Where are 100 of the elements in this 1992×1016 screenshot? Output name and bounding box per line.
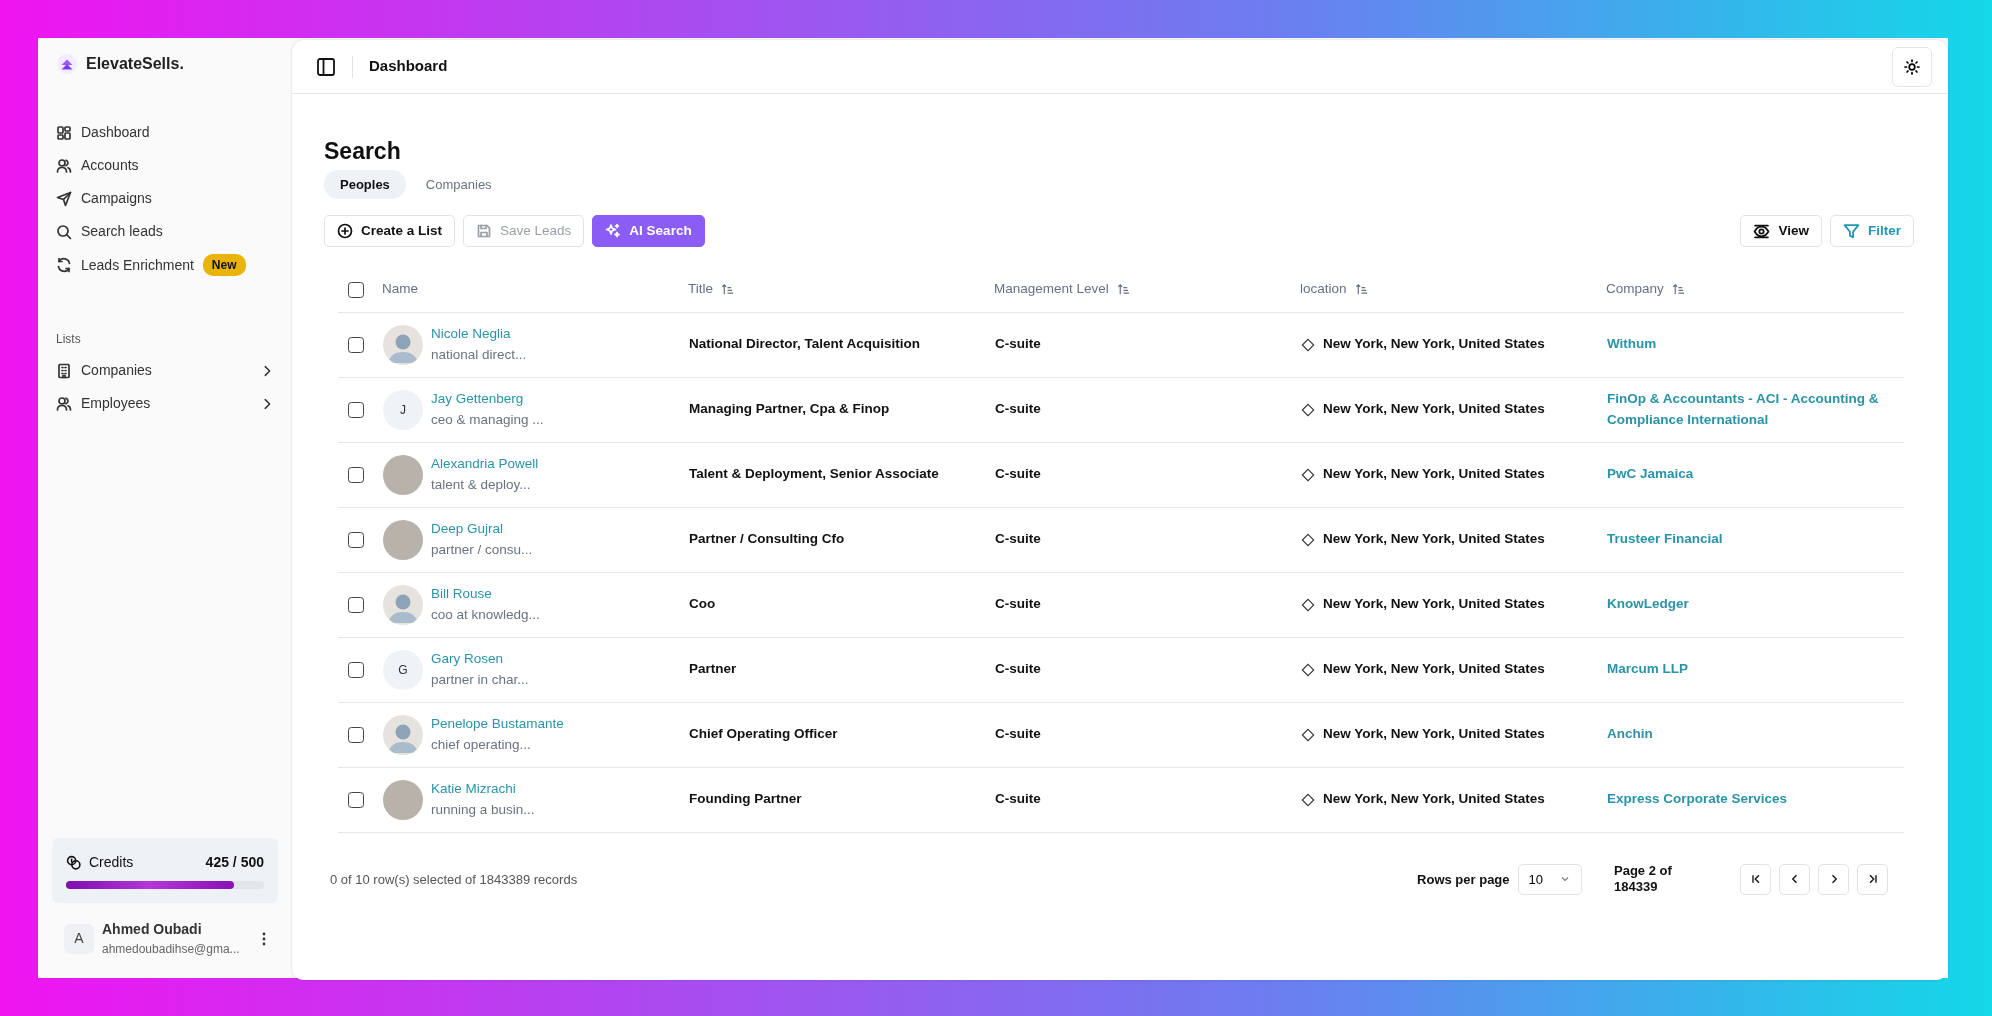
job-title: Chief Operating Officer: [688, 702, 994, 768]
select-all-checkbox[interactable]: [348, 281, 364, 298]
row-checkbox[interactable]: [348, 531, 364, 548]
person-name-link[interactable]: Alexandria Powell: [431, 454, 539, 475]
sun-icon: [1904, 58, 1920, 75]
company-link[interactable]: Trusteer Financial: [1607, 529, 1723, 550]
tab[interactable]: Companies: [409, 169, 508, 200]
logo-icon: [56, 53, 78, 75]
list-item[interactable]: Employees: [56, 387, 274, 420]
row-checkbox[interactable]: [348, 466, 364, 483]
person-name-link[interactable]: Bill Rouse: [431, 584, 540, 605]
column-header[interactable]: location: [1300, 279, 1347, 300]
job-title: National Director, Talent Acquisition: [688, 312, 994, 378]
location-icon: [1301, 792, 1315, 807]
person-subtitle: talent & deploy...: [431, 475, 532, 494]
management-level: C-suite: [994, 637, 1300, 703]
sidebar-icon: [316, 56, 336, 77]
column-header[interactable]: Company: [1606, 279, 1664, 300]
row-checkbox[interactable]: [348, 661, 364, 678]
building-icon: [56, 362, 72, 379]
location-text: New York, New York, United States: [1323, 595, 1545, 614]
brand-name: ElevateSells.: [86, 54, 184, 74]
send-icon: [56, 190, 72, 207]
job-title: Managing Partner, Cpa & Finop: [688, 377, 994, 443]
person-subtitle: ceo & managing ...: [431, 410, 544, 429]
management-level: C-suite: [994, 442, 1300, 508]
job-title: Coo: [688, 572, 994, 638]
search-icon: [56, 223, 72, 240]
tab[interactable]: Peoples: [324, 169, 406, 200]
sort-icon: [1116, 282, 1130, 296]
company-link[interactable]: FinOp & Accountants - ACI - Accounting & Compliance International: [1607, 389, 1890, 430]
nav-item[interactable]: Dashboard: [56, 116, 274, 149]
avatar-initial: G: [383, 649, 423, 690]
company-link[interactable]: Anchin: [1607, 724, 1653, 745]
avatar-silhouette: [383, 584, 423, 625]
sidebar-toggle-button[interactable]: [316, 56, 336, 77]
more-vertical-icon: [262, 931, 266, 948]
avatar-silhouette: [383, 324, 423, 365]
management-level: C-suite: [994, 312, 1300, 378]
person-name-link[interactable]: Katie Mizrachi: [431, 779, 535, 800]
plus-circle-icon: [337, 223, 353, 240]
company-link[interactable]: KnowLedger: [1607, 594, 1689, 615]
theme-toggle-button[interactable]: [1892, 46, 1932, 87]
user-email: ahmedoubadihse@gma...: [102, 941, 241, 958]
person-subtitle: partner / consu...: [431, 540, 533, 559]
list-item[interactable]: Companies: [56, 354, 274, 387]
location-text: New York, New York, United States: [1323, 725, 1545, 744]
nav-item[interactable]: Accounts: [56, 149, 274, 182]
column-header[interactable]: Management Level: [994, 279, 1109, 300]
row-checkbox[interactable]: [348, 596, 364, 613]
column-header[interactable]: Title: [688, 279, 713, 300]
management-level: C-suite: [994, 507, 1300, 573]
company-link[interactable]: Express Corporate Services: [1607, 789, 1788, 810]
location-text: New York, New York, United States: [1323, 465, 1545, 484]
avatar-silhouette: [383, 714, 423, 755]
person-name-link[interactable]: Penelope Bustamante: [431, 714, 564, 735]
sparkles-icon: [605, 223, 622, 240]
action-button[interactable]: AI Search: [592, 215, 705, 248]
row-checkbox[interactable]: [348, 401, 364, 418]
nav-item[interactable]: Search leads: [56, 215, 274, 248]
nav-item[interactable]: Campaigns: [56, 182, 274, 215]
credits-label: Credits: [89, 853, 134, 872]
view-button[interactable]: View: [1740, 215, 1822, 248]
grid-icon: [56, 124, 72, 141]
last-page-button[interactable]: [1857, 864, 1888, 895]
row-checkbox[interactable]: [348, 336, 364, 353]
filter-button[interactable]: Filter: [1830, 215, 1914, 248]
action-button[interactable]: Create a List: [324, 215, 456, 248]
management-level: C-suite: [994, 767, 1300, 833]
photo-placeholder: [383, 519, 423, 560]
row-checkbox[interactable]: [348, 726, 364, 743]
management-level: C-suite: [994, 702, 1300, 768]
refresh-icon: [56, 257, 72, 273]
row-checkbox[interactable]: [348, 791, 364, 808]
company-link[interactable]: PwC Jamaica: [1607, 464, 1694, 485]
location-text: New York, New York, United States: [1323, 530, 1545, 549]
person-name-link[interactable]: Nicole Neglia: [431, 324, 527, 345]
column-header: Name: [382, 280, 418, 299]
person-name-link[interactable]: Jay Gettenberg: [431, 389, 544, 410]
first-page-icon: [1749, 873, 1762, 886]
selection-summary: 0 of 10 row(s) selected of 1843389 records: [330, 870, 578, 889]
person-subtitle: running a busin...: [431, 800, 535, 819]
location-text: New York, New York, United States: [1323, 660, 1545, 679]
location-text: New York, New York, United States: [1323, 790, 1545, 809]
save-icon: [476, 223, 493, 240]
nav-item[interactable]: Leads Enrichment New: [56, 248, 274, 282]
location-icon: [1301, 597, 1315, 612]
first-page-button[interactable]: [1740, 864, 1771, 895]
new-badge: New: [202, 254, 246, 276]
job-title: Partner: [688, 637, 994, 703]
photo-placeholder: [383, 454, 423, 495]
company-link[interactable]: Marcum LLP: [1607, 659, 1688, 680]
person-name-link[interactable]: Gary Rosen: [431, 649, 529, 670]
company-link[interactable]: Withum: [1607, 334, 1657, 355]
rows-per-page-select[interactable]: 10: [1517, 863, 1582, 896]
person-name-link[interactable]: Deep Gujral: [431, 519, 533, 540]
management-level: C-suite: [994, 572, 1300, 638]
job-title: Talent & Deployment, Senior Associate: [688, 442, 994, 508]
photo-placeholder: [383, 779, 423, 820]
sort-icon: [1671, 282, 1685, 296]
